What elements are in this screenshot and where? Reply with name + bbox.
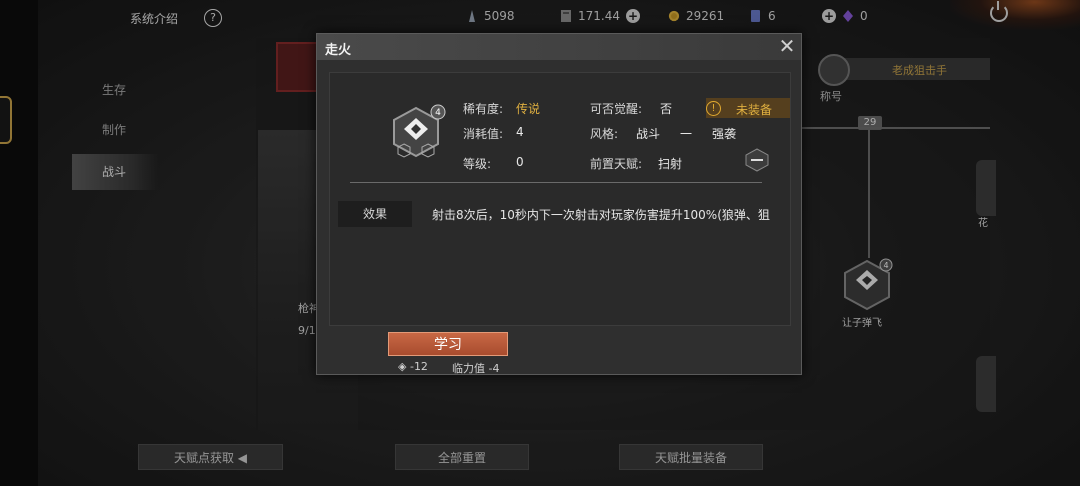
divider <box>350 182 762 183</box>
effect-tag: 效果 <box>338 201 412 227</box>
level-value: 0 <box>516 155 524 169</box>
talent-icon: 4 <box>393 104 446 158</box>
prereq-value: 扫射 <box>658 157 683 171</box>
prereq-label: 前置天赋: <box>590 157 643 171</box>
consume-label: 消耗值: <box>463 127 504 141</box>
effect-description: 射击8次后，10秒内下一次射击对玩家伤害提升100%(狼弹、狙 <box>432 208 770 222</box>
rarity-value: 传说 <box>516 102 541 116</box>
equip-status: 未装备 <box>736 103 773 117</box>
cost-stat: 临力值 -4 <box>452 362 500 375</box>
style-label: 风格: <box>590 127 619 141</box>
awaken-label: 可否觉醒: <box>590 102 643 116</box>
warning-icon: ! <box>706 101 721 116</box>
rarity-label: 稀有度: <box>463 102 504 116</box>
close-icon[interactable]: ✕ <box>777 36 797 56</box>
style-value-combat: 战斗 <box>636 127 661 141</box>
prereq-talent-icon[interactable] <box>744 148 770 172</box>
talent-point-icon: ◈ <box>398 360 407 373</box>
style-value-assault: 强袭 <box>712 127 737 141</box>
learn-button[interactable]: 学习 <box>388 332 508 356</box>
consume-value: 4 <box>516 125 524 139</box>
style-separator: 一 <box>680 127 693 141</box>
svg-text:4: 4 <box>435 108 441 118</box>
dialog-title: 走火 <box>325 43 352 58</box>
level-label: 等级: <box>463 157 492 171</box>
dialog-header <box>317 34 801 60</box>
awaken-value: 否 <box>660 102 673 116</box>
cost-points: ◈ -12 <box>398 360 428 373</box>
